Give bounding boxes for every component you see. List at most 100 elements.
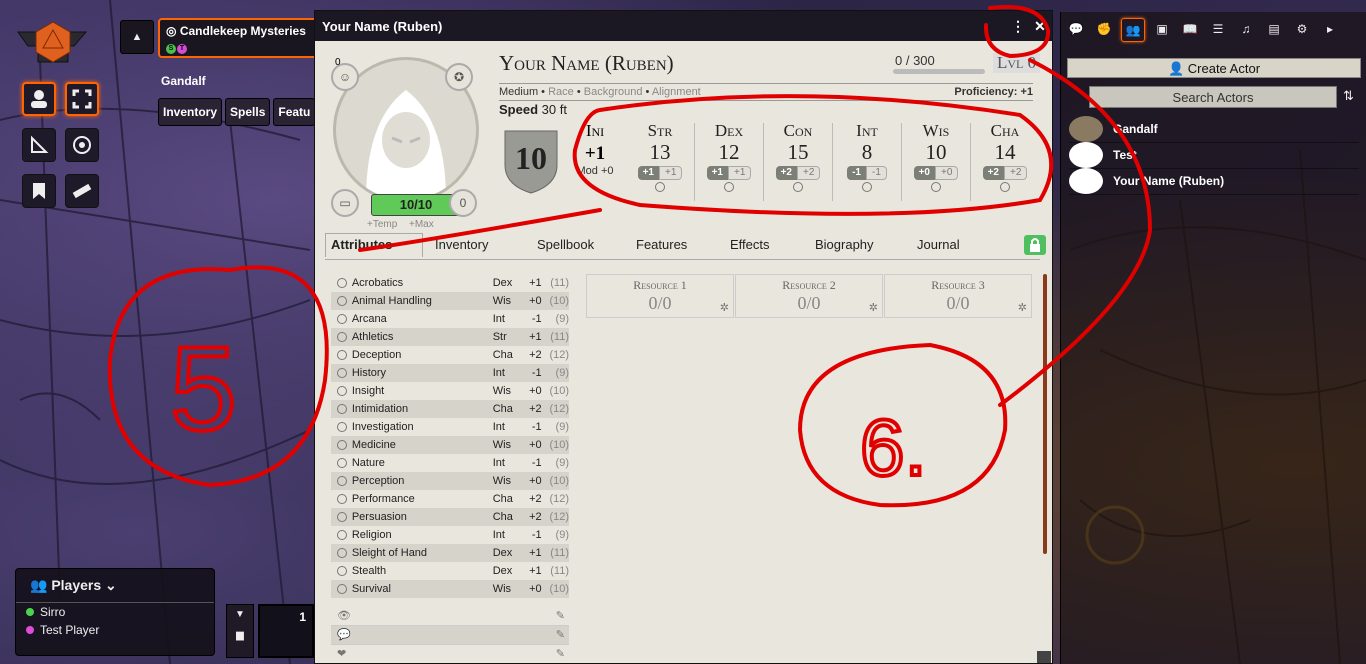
- quick-tab-inventory[interactable]: Inventory: [158, 98, 223, 126]
- ability-save[interactable]: +2: [1004, 166, 1028, 180]
- skill-proficiency-toggle[interactable]: [337, 332, 347, 342]
- skill-proficiency-toggle[interactable]: [337, 296, 347, 306]
- search-actors-input[interactable]: Search Actors: [1089, 86, 1337, 108]
- actor-item[interactable]: Your Name (Ruben): [1069, 168, 1359, 195]
- token-controls-button[interactable]: [22, 82, 56, 116]
- hp-max[interactable]: +Max: [409, 219, 434, 230]
- rest-button[interactable]: ▭: [331, 189, 359, 217]
- ability-save[interactable]: -1: [866, 166, 887, 180]
- skill-proficiency-toggle[interactable]: [337, 494, 347, 504]
- skill-row[interactable]: Animal Handling Wis +0 (10): [331, 292, 569, 310]
- trait-row-languages[interactable]: 💬 ✎: [331, 626, 569, 645]
- skill-proficiency-toggle[interactable]: [337, 476, 347, 486]
- skill-row[interactable]: Persuasion Cha +2 (12): [331, 508, 569, 526]
- tab-attributes[interactable]: Attributes: [325, 233, 424, 257]
- tiles-button[interactable]: [65, 128, 99, 162]
- skill-proficiency-toggle[interactable]: [337, 512, 347, 522]
- skill-row[interactable]: Acrobatics Dex +1 (11): [331, 274, 569, 292]
- hp-temp[interactable]: +Temp: [367, 219, 397, 230]
- tab-journal[interactable]: Journal: [917, 237, 960, 252]
- resource-value[interactable]: 0/0: [736, 293, 882, 314]
- trait-row-resistances[interactable]: ❤ ✎: [331, 645, 569, 663]
- trait-row-senses[interactable]: 👁 ✎: [331, 607, 569, 626]
- window-resize-handle[interactable]: [1037, 651, 1051, 663]
- settings-tab[interactable]: ⚙: [1291, 18, 1313, 40]
- ability-mod[interactable]: +2: [982, 166, 1004, 180]
- skill-proficiency-toggle[interactable]: [337, 440, 347, 450]
- skill-row[interactable]: Religion Int -1 (9): [331, 526, 569, 544]
- journal-tab[interactable]: 📖: [1179, 18, 1201, 40]
- initiative-block[interactable]: Ini +1 Mod +0: [573, 121, 617, 177]
- ability-score[interactable]: 13: [627, 140, 693, 165]
- ability-save[interactable]: +1: [659, 166, 683, 180]
- actor-item[interactable]: Gandalf: [1069, 116, 1359, 143]
- race-field[interactable]: Race: [548, 86, 574, 98]
- death-saves-counter[interactable]: 0: [449, 189, 477, 217]
- skill-row[interactable]: Perception Wis +0 (10): [331, 472, 569, 490]
- ability-score[interactable]: 14: [972, 140, 1038, 165]
- ability-mod[interactable]: +1: [706, 166, 728, 180]
- ability-mod[interactable]: +0: [913, 166, 935, 180]
- skill-row[interactable]: Athletics Str +1 (11): [331, 328, 569, 346]
- pencil-icon[interactable]: ✎: [556, 609, 565, 622]
- tab-inventory[interactable]: Inventory: [435, 237, 488, 252]
- window-header[interactable]: Your Name (Ruben) ⋮ ✕: [315, 11, 1052, 41]
- skill-proficiency-toggle[interactable]: [337, 458, 347, 468]
- ability-score[interactable]: 8: [834, 140, 900, 165]
- skill-row[interactable]: Deception Cha +2 (12): [331, 346, 569, 364]
- collapse-sidebar[interactable]: ▸: [1319, 18, 1341, 40]
- skill-row[interactable]: Arcana Int -1 (9): [331, 310, 569, 328]
- quick-tab-features[interactable]: Featu: [273, 98, 316, 126]
- actor-item[interactable]: Test: [1069, 142, 1359, 169]
- ability-str[interactable]: Str 13 +1 +1: [627, 121, 693, 192]
- save-proficiency-toggle[interactable]: [655, 182, 665, 192]
- scene-navigation-item[interactable]: ◎ Candlekeep Mysteries ST: [158, 18, 318, 58]
- armor-class-shield[interactable]: 10: [501, 125, 561, 195]
- folder-icon[interactable]: ▆: [227, 630, 253, 641]
- measure-button[interactable]: [22, 128, 56, 162]
- gear-icon[interactable]: ✲: [869, 301, 878, 314]
- skill-proficiency-toggle[interactable]: [337, 548, 347, 558]
- ability-cha[interactable]: Cha 14 +2 +2: [972, 121, 1038, 192]
- gear-icon[interactable]: ✲: [1018, 301, 1027, 314]
- save-proficiency-toggle[interactable]: [862, 182, 872, 192]
- sheet-menu-button[interactable]: ⋮: [1007, 15, 1029, 37]
- ability-save[interactable]: +0: [935, 166, 959, 180]
- background-field[interactable]: Background: [584, 86, 643, 98]
- skill-proficiency-toggle[interactable]: [337, 404, 347, 414]
- scrollbar[interactable]: [1043, 274, 1047, 554]
- skill-row[interactable]: Sleight of Hand Dex +1 (11): [331, 544, 569, 562]
- create-actor-button[interactable]: 👤 Create Actor: [1067, 58, 1361, 78]
- speed-row[interactable]: Speed 30 ft: [499, 102, 567, 117]
- skill-proficiency-toggle[interactable]: [337, 368, 347, 378]
- skill-row[interactable]: Intimidation Cha +2 (12): [331, 400, 569, 418]
- size-field[interactable]: Medium: [499, 86, 538, 98]
- experience-value[interactable]: 0 / 300: [895, 53, 935, 68]
- resource-value[interactable]: 0/0: [587, 293, 733, 314]
- ability-dex[interactable]: Dex 12 +1 +1: [696, 121, 762, 192]
- skill-proficiency-toggle[interactable]: [337, 422, 347, 432]
- skill-proficiency-toggle[interactable]: [337, 530, 347, 540]
- skill-row[interactable]: History Int -1 (9): [331, 364, 569, 382]
- save-proficiency-toggle[interactable]: [931, 182, 941, 192]
- caret-down-icon[interactable]: ▼: [227, 609, 253, 620]
- skill-row[interactable]: Insight Wis +0 (10): [331, 382, 569, 400]
- skill-row[interactable]: Medicine Wis +0 (10): [331, 436, 569, 454]
- ability-save[interactable]: +2: [797, 166, 821, 180]
- skill-proficiency-toggle[interactable]: [337, 566, 347, 576]
- skill-proficiency-toggle[interactable]: [337, 584, 347, 594]
- skill-proficiency-toggle[interactable]: [337, 314, 347, 324]
- skill-proficiency-toggle[interactable]: [337, 278, 347, 288]
- resource-label[interactable]: Resource 2: [736, 278, 882, 293]
- tab-spellbook[interactable]: Spellbook: [537, 237, 594, 252]
- sort-icon[interactable]: ⇅: [1343, 88, 1354, 104]
- close-button[interactable]: ✕: [1029, 15, 1051, 37]
- tab-biography[interactable]: Biography: [815, 237, 874, 252]
- ability-wis[interactable]: Wis 10 +0 +0: [903, 121, 969, 192]
- hp-bar[interactable]: 10/10: [371, 194, 461, 216]
- ability-save[interactable]: +1: [728, 166, 752, 180]
- ability-int[interactable]: Int 8 -1 -1: [834, 121, 900, 192]
- skill-proficiency-toggle[interactable]: [337, 350, 347, 360]
- skill-proficiency-toggle[interactable]: [337, 386, 347, 396]
- select-targets-button[interactable]: [65, 82, 99, 116]
